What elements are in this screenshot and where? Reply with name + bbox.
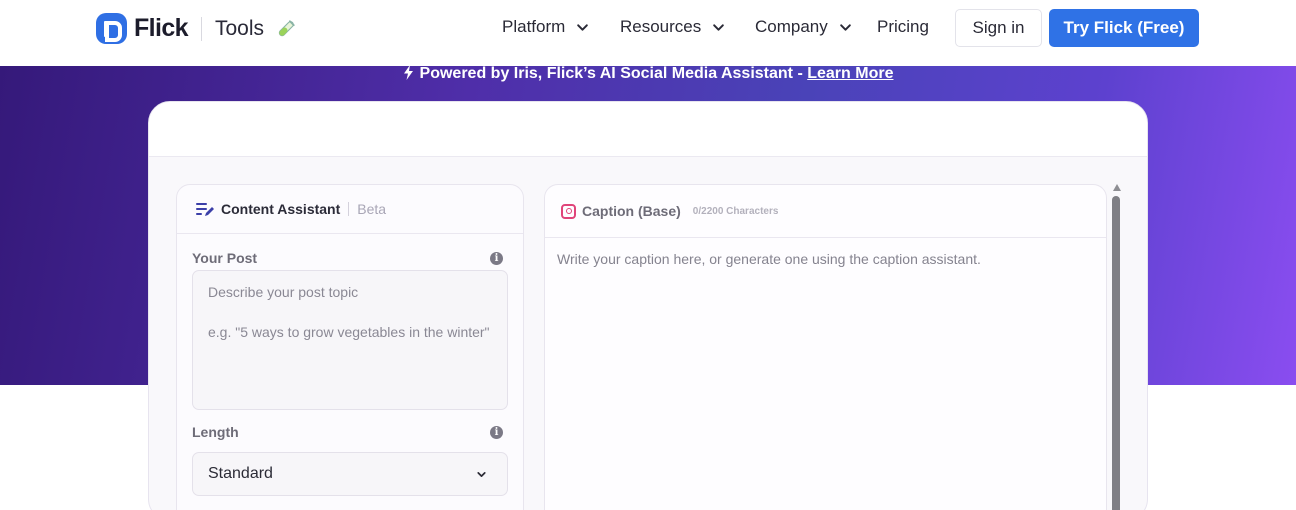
- length-label: Length: [192, 424, 239, 440]
- nav-company[interactable]: Company: [755, 17, 852, 37]
- your-post-label: Your Post: [192, 250, 258, 266]
- length-select[interactable]: Standard: [192, 452, 508, 496]
- caption-generator-card: Content Assistant Beta Your Post i Descr…: [148, 101, 1148, 510]
- title-divider: [348, 202, 350, 216]
- chevron-down-icon: [713, 23, 725, 31]
- content-assistant-title: Content Assistant: [221, 201, 341, 217]
- powered-by-banner: Powered by Iris, Flick’s AI Social Media…: [0, 65, 1296, 83]
- edit-lines-icon: [196, 203, 214, 216]
- sign-in-button[interactable]: Sign in: [955, 9, 1042, 47]
- length-select-value: Standard: [208, 465, 273, 482]
- lightning-icon: [403, 65, 413, 80]
- flick-logo-icon: [96, 13, 127, 44]
- instagram-icon: [561, 203, 576, 219]
- content-assistant-header: Content Assistant Beta: [177, 185, 523, 234]
- caption-textarea[interactable]: Write your caption here, or generate one…: [557, 251, 981, 267]
- brand-name: Flick: [134, 14, 189, 42]
- info-icon[interactable]: i: [490, 252, 503, 265]
- post-topic-input[interactable]: Describe your post topic e.g. "5 ways to…: [192, 270, 508, 410]
- nav-resources-label: Resources: [620, 17, 702, 36]
- nav-pricing[interactable]: Pricing: [877, 17, 929, 37]
- caption-scrollbar[interactable]: [1112, 184, 1121, 510]
- chevron-down-icon: [839, 23, 851, 31]
- flick-logo[interactable]: Flick Tools: [96, 13, 297, 44]
- learn-more-link[interactable]: Learn More: [807, 65, 893, 82]
- scrollbar-thumb[interactable]: [1112, 196, 1120, 510]
- test-tube-icon: [278, 19, 295, 36]
- content-assistant-panel: Content Assistant Beta Your Post i Descr…: [176, 184, 524, 510]
- info-icon[interactable]: i: [490, 426, 503, 439]
- caption-title: Caption (Base): [582, 203, 681, 219]
- card-header: [149, 102, 1147, 157]
- logo-divider: [200, 16, 202, 41]
- scroll-up-arrow-icon[interactable]: [1112, 184, 1121, 191]
- caption-panel: Caption (Base) 0/2200 Characters Write y…: [544, 184, 1107, 510]
- nav-resources[interactable]: Resources: [620, 17, 725, 37]
- powered-by-text: Powered by Iris, Flick’s AI Social Media…: [419, 65, 808, 82]
- nav-platform-label: Platform: [502, 17, 566, 36]
- try-flick-button[interactable]: Try Flick (Free): [1049, 9, 1199, 47]
- top-nav: Flick Tools Platform Resources Company P…: [0, 0, 1296, 66]
- caption-header: Caption (Base) 0/2200 Characters: [545, 185, 1106, 238]
- tools-label: Tools: [214, 16, 265, 40]
- nav-platform[interactable]: Platform: [502, 17, 589, 37]
- beta-badge: Beta: [357, 201, 387, 217]
- chevron-down-icon: [477, 471, 486, 477]
- nav-pricing-label: Pricing: [877, 17, 929, 36]
- chevron-down-icon: [577, 23, 589, 31]
- nav-company-label: Company: [755, 17, 828, 36]
- character-count: 0/2200 Characters: [692, 205, 779, 217]
